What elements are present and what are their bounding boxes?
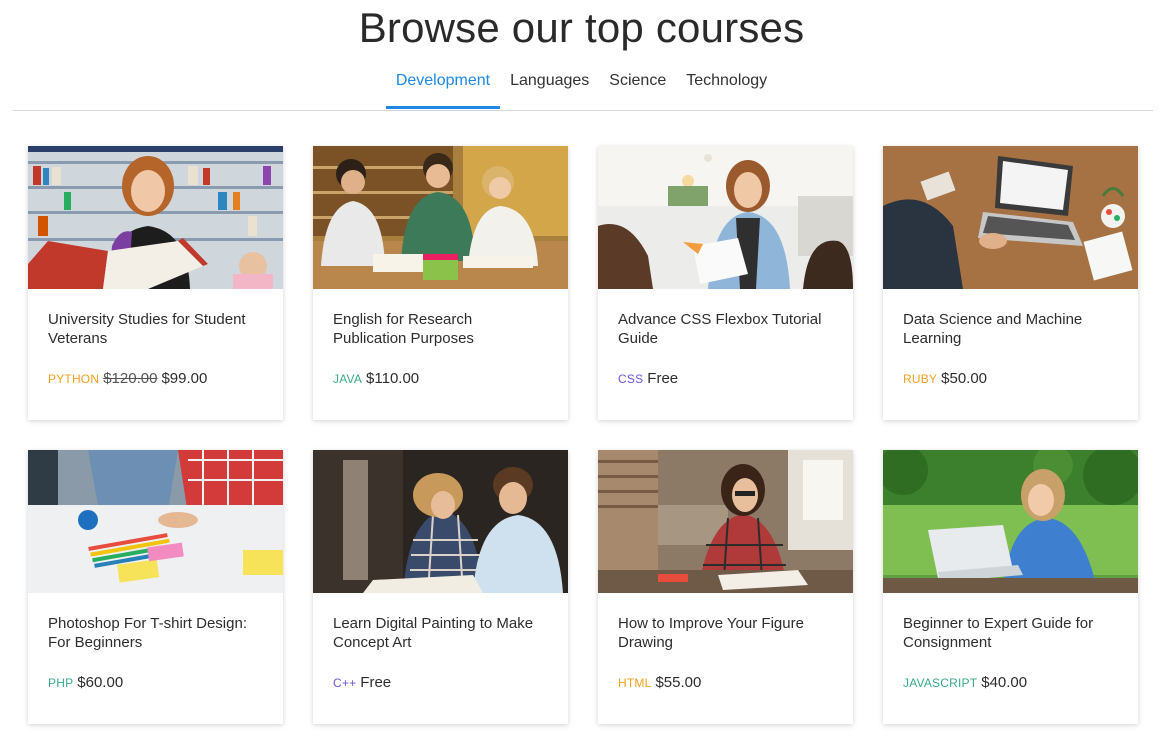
course-thumbnail[interactable] bbox=[313, 146, 568, 289]
course-title[interactable]: Photoshop For T-shirt Design: For Beginn… bbox=[48, 614, 263, 654]
course-price: $99.00 bbox=[161, 370, 208, 387]
tab-languages[interactable]: Languages bbox=[500, 72, 599, 109]
price-row: JAVA $110.00 bbox=[333, 370, 548, 387]
original-price: $120.00 bbox=[103, 370, 158, 387]
woman-reading-paper-photo bbox=[598, 146, 853, 289]
two-students-reading-photo bbox=[313, 450, 568, 593]
course-title[interactable]: Beginner to Expert Guide for Consignment bbox=[903, 614, 1118, 654]
category-tabs: Development Languages Science Technology bbox=[0, 72, 1163, 109]
price-row: CSS Free bbox=[618, 370, 833, 387]
category-tag: PHP bbox=[48, 676, 74, 690]
course-card[interactable]: University Studies for Student Veterans … bbox=[28, 146, 283, 420]
course-card[interactable]: Advance CSS Flexbox Tutorial Guide CSS F… bbox=[598, 146, 853, 420]
category-tag: JAVA bbox=[333, 372, 363, 386]
students-studying-table-photo bbox=[313, 146, 568, 289]
price-row: JAVASCRIPT $40.00 bbox=[903, 674, 1118, 691]
course-thumbnail[interactable] bbox=[598, 146, 853, 289]
course-card[interactable]: Data Science and Machine Learning RUBY $… bbox=[883, 146, 1138, 420]
course-thumbnail[interactable] bbox=[883, 450, 1138, 593]
desk-pencils-photo bbox=[28, 450, 283, 593]
course-thumbnail[interactable] bbox=[28, 146, 283, 289]
course-thumbnail[interactable] bbox=[28, 450, 283, 593]
course-thumbnail[interactable] bbox=[313, 450, 568, 593]
course-thumbnail[interactable] bbox=[598, 450, 853, 593]
category-tag: JAVASCRIPT bbox=[903, 676, 978, 690]
course-card[interactable]: English for Research Publication Purpose… bbox=[313, 146, 568, 420]
category-tag: HTML bbox=[618, 676, 652, 690]
course-price: $40.00 bbox=[981, 674, 1028, 691]
category-tag: PYTHON bbox=[48, 372, 100, 386]
category-tag: CSS bbox=[618, 372, 644, 386]
page-title: Browse our top courses bbox=[358, 4, 805, 51]
course-price: Free bbox=[647, 370, 679, 387]
course-title[interactable]: Learn Digital Painting to Make Concept A… bbox=[333, 614, 548, 654]
course-title[interactable]: English for Research Publication Purpose… bbox=[333, 310, 548, 350]
woman-laptop-outdoors-photo bbox=[883, 450, 1138, 593]
course-price: Free bbox=[360, 674, 392, 691]
course-price: $60.00 bbox=[77, 674, 124, 691]
tab-science[interactable]: Science bbox=[599, 72, 676, 109]
course-price: $55.00 bbox=[655, 674, 702, 691]
tab-technology[interactable]: Technology bbox=[676, 72, 777, 109]
course-card[interactable]: Beginner to Expert Guide for Consignment… bbox=[883, 450, 1138, 724]
course-title[interactable]: University Studies for Student Veterans bbox=[48, 310, 263, 350]
woman-reading-library-photo bbox=[28, 146, 283, 289]
course-card[interactable]: How to Improve Your Figure Drawing HTML … bbox=[598, 450, 853, 724]
course-title[interactable]: Advance CSS Flexbox Tutorial Guide bbox=[618, 310, 833, 350]
tabs-divider bbox=[13, 110, 1153, 111]
category-tag: RUBY bbox=[903, 372, 938, 386]
course-price: $50.00 bbox=[941, 370, 988, 387]
laptop-desk-photo bbox=[883, 146, 1138, 289]
course-thumbnail[interactable] bbox=[883, 146, 1138, 289]
price-row: PHP $60.00 bbox=[48, 674, 263, 691]
course-price: $110.00 bbox=[366, 370, 420, 387]
price-row: HTML $55.00 bbox=[618, 674, 833, 691]
price-row: RUBY $50.00 bbox=[903, 370, 1118, 387]
course-title[interactable]: Data Science and Machine Learning bbox=[903, 310, 1118, 350]
tab-development[interactable]: Development bbox=[385, 72, 501, 109]
course-title[interactable]: How to Improve Your Figure Drawing bbox=[618, 614, 833, 654]
course-card[interactable]: Photoshop For T-shirt Design: For Beginn… bbox=[28, 450, 283, 724]
price-row: PYTHON $120.00 $99.00 bbox=[48, 370, 263, 387]
price-row: C++ Free bbox=[333, 674, 548, 691]
category-tag: C++ bbox=[333, 676, 357, 690]
course-card[interactable]: Learn Digital Painting to Make Concept A… bbox=[313, 450, 568, 724]
student-writing-cafe-photo bbox=[598, 450, 853, 593]
